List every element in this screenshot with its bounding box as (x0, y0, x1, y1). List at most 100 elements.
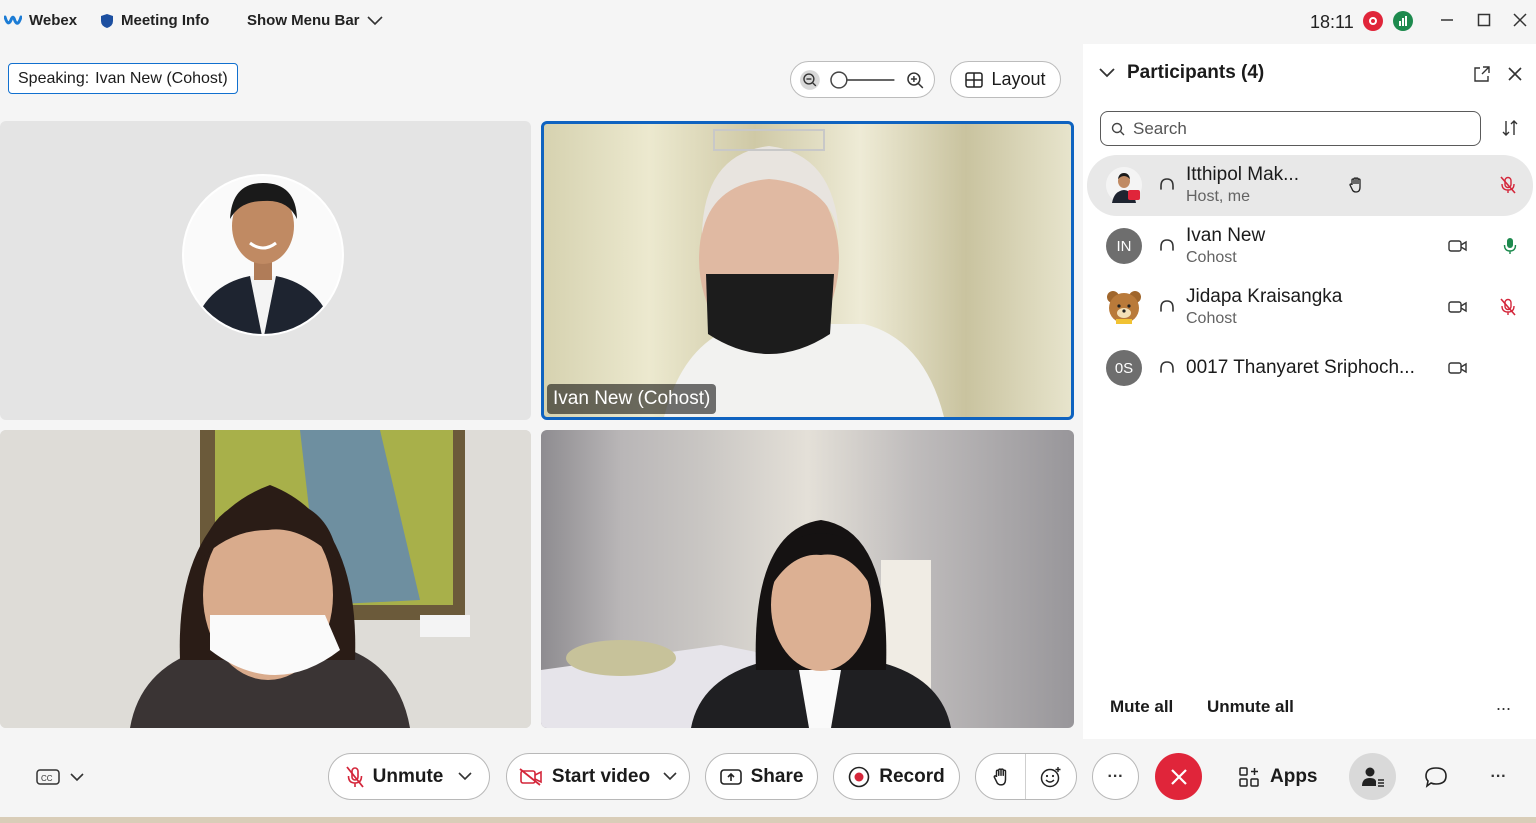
chat-bubble-icon (1424, 766, 1447, 788)
layout-button[interactable]: Layout (950, 61, 1061, 98)
chat-button[interactable] (1412, 753, 1459, 800)
active-speaker-badge: Speaking: Ivan New (Cohost) (8, 63, 238, 94)
participant-video (541, 520, 951, 728)
participant-row[interactable]: Itthipol Mak... Host, me (1087, 155, 1533, 216)
layout-grid-icon (965, 71, 984, 88)
raise-hand-button[interactable] (976, 754, 1026, 799)
toolbar-overflow-button[interactable]: ··· (1475, 753, 1522, 800)
reactions-group (975, 753, 1077, 800)
webex-logo-icon (4, 15, 22, 25)
leave-meeting-button[interactable] (1155, 753, 1202, 800)
video-tile-participant-3[interactable] (0, 430, 531, 728)
close-panel-button[interactable] (1505, 64, 1525, 84)
participant-name: Jidapa Kraisangka (1186, 286, 1343, 307)
layout-label: Layout (991, 69, 1046, 89)
participant-video (0, 430, 531, 728)
participant-name: Itthipol Mak... (1186, 164, 1299, 185)
more-options-button[interactable]: ··· (1092, 753, 1139, 800)
chevron-down-icon[interactable] (663, 772, 677, 781)
raise-hand-icon (1345, 174, 1367, 196)
avatar-initials: IN (1106, 228, 1142, 264)
video-camera-icon (1447, 235, 1469, 257)
sort-button[interactable] (1499, 117, 1521, 139)
window-bottom-edge (0, 817, 1536, 823)
meeting-info-button[interactable]: Meeting Info (100, 12, 209, 29)
unmute-button[interactable]: Unmute (328, 753, 490, 800)
apps-grid-icon (1239, 767, 1259, 787)
participant-row[interactable]: 0S 0017 Thanyaret Sriphoch... (1087, 338, 1533, 399)
zoom-slider[interactable] (829, 69, 896, 91)
video-name-tag: Ivan New (Cohost) (547, 384, 717, 414)
apps-label: Apps (1270, 766, 1318, 787)
mic-muted-icon[interactable] (1497, 174, 1519, 196)
audio-connection-icon (1156, 235, 1178, 257)
video-tile-participant-4[interactable] (541, 430, 1074, 728)
recording-indicator-icon[interactable] (1363, 11, 1383, 31)
zoom-out-icon[interactable] (799, 69, 821, 91)
emoji-icon (1040, 766, 1061, 787)
webex-brand: Webex (4, 12, 77, 29)
participant-name: 0017 Thanyaret Sriphoch... (1186, 357, 1415, 378)
raise-hand-icon (993, 767, 1006, 786)
participant-video (664, 129, 944, 417)
sort-icon (1502, 120, 1518, 136)
reactions-button[interactable] (1026, 754, 1076, 799)
share-button[interactable]: Share (705, 753, 818, 800)
share-label: Share (750, 765, 804, 787)
unmute-all-button[interactable]: Unmute all (1207, 697, 1294, 717)
record-button[interactable]: Record (833, 753, 960, 800)
minimize-button[interactable] (1433, 8, 1461, 32)
search-placeholder: Search (1133, 118, 1187, 138)
participant-row[interactable]: IN Ivan New Cohost (1087, 216, 1533, 277)
apps-button[interactable]: Apps (1238, 763, 1318, 791)
video-tile-active-speaker[interactable]: Ivan New (Cohost) (541, 121, 1074, 420)
participant-search-input[interactable]: Search (1100, 111, 1481, 146)
mic-active-icon[interactable] (1499, 235, 1521, 257)
search-icon (1111, 122, 1125, 135)
mic-muted-icon[interactable] (1497, 296, 1519, 318)
record-icon (848, 766, 870, 787)
record-label: Record (879, 765, 945, 787)
participant-name: Ivan New (1186, 225, 1266, 246)
zoom-in-icon[interactable] (904, 69, 926, 91)
maximize-icon (1477, 13, 1491, 27)
unmute-label: Unmute (372, 765, 444, 787)
collapse-chevron-icon[interactable] (1099, 68, 1115, 78)
chevron-down-icon (366, 15, 383, 25)
meeting-toolbar: CC Unmute Start video Share Record ··· A… (0, 739, 1536, 817)
chevron-down-icon[interactable] (458, 772, 472, 781)
share-screen-icon (719, 768, 742, 785)
minimize-icon (1441, 19, 1453, 21)
avatar (1106, 289, 1142, 325)
video-tile-host-avatar[interactable] (0, 121, 531, 420)
app-name: Webex (29, 12, 78, 29)
start-video-button[interactable]: Start video (506, 753, 690, 800)
maximize-button[interactable] (1470, 8, 1498, 32)
participants-header[interactable]: Participants (4) (1099, 62, 1264, 84)
audio-connection-icon (1156, 174, 1178, 196)
mute-all-button[interactable]: Mute all (1110, 697, 1173, 717)
close-window-button[interactable] (1506, 8, 1534, 32)
speaking-prefix: Speaking: (18, 69, 90, 87)
participant-row[interactable]: Jidapa Kraisangka Cohost (1087, 277, 1533, 338)
video-camera-icon (1447, 357, 1469, 379)
participant-avatar (182, 174, 344, 336)
network-health-icon[interactable] (1393, 11, 1413, 31)
participant-role: Host, me (1186, 188, 1251, 205)
show-menu-bar-button[interactable]: Show Menu Bar (247, 12, 383, 29)
show-menu-bar-label: Show Menu Bar (247, 12, 360, 29)
captions-button[interactable]: CC (34, 765, 86, 789)
video-off-icon (519, 767, 542, 786)
participants-panel: Participants (4) Search Itthipol Mak... … (1083, 44, 1536, 739)
meeting-info-label: Meeting Info (121, 12, 210, 29)
participant-role: Cohost (1186, 249, 1237, 266)
video-zoom-control[interactable] (790, 61, 935, 98)
panel-more-options-button[interactable]: ... (1496, 694, 1511, 715)
close-icon (1513, 13, 1527, 27)
participants-toggle-button[interactable] (1349, 753, 1396, 800)
close-icon (1508, 67, 1522, 81)
close-icon (1170, 768, 1187, 785)
speaking-name: Ivan New (Cohost) (95, 69, 228, 87)
popout-panel-button[interactable] (1472, 64, 1492, 84)
chevron-down-icon (70, 772, 84, 781)
